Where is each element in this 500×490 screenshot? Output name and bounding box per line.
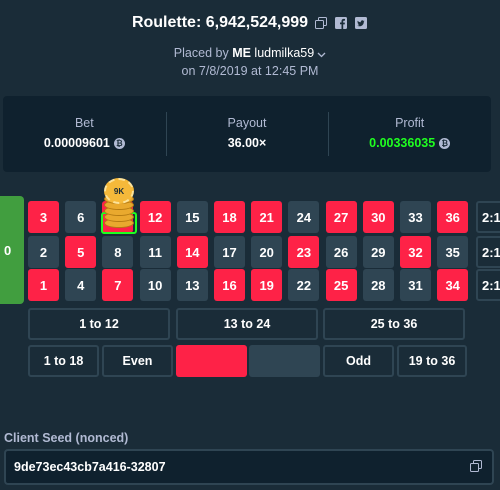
client-seed-field[interactable]: 9de73ec43cb7a416-32807 xyxy=(4,449,494,485)
number-cell[interactable]: 2 xyxy=(28,236,59,268)
column-bet-button[interactable]: 2:1 xyxy=(476,236,500,268)
column-bet-button[interactable]: 2:1 xyxy=(476,201,500,233)
zero-cell[interactable]: 0 xyxy=(0,196,24,304)
bet-header: Roulette: 6,942,524,999 Placed by ME lud… xyxy=(0,14,500,78)
number-cell[interactable]: 3 xyxy=(28,201,59,233)
number-cell[interactable]: 27 xyxy=(325,201,357,233)
odd-bet-button[interactable]: Odd xyxy=(323,345,394,377)
dozen-bet-button[interactable]: 25 to 36 xyxy=(323,308,465,340)
placed-prefix: Placed by xyxy=(173,46,229,60)
chip-icon: 9K xyxy=(104,178,134,204)
dozen-bet-button[interactable]: 13 to 24 xyxy=(176,308,318,340)
username-link[interactable]: ludmilka59 xyxy=(254,46,314,60)
number-cell[interactable]: 16 xyxy=(214,269,245,301)
number-cell[interactable]: 5 xyxy=(65,236,97,268)
number-cell[interactable]: 25 xyxy=(325,269,357,301)
number-cell[interactable]: 1 xyxy=(28,269,59,301)
bitcoin-icon: ₿ xyxy=(439,137,451,149)
number-cell[interactable]: 32 xyxy=(400,236,431,268)
placed-by-line: Placed by ME ludmilka59 xyxy=(0,46,500,61)
number-cell[interactable]: 10 xyxy=(139,269,171,301)
black-bet-button[interactable] xyxy=(249,345,320,377)
number-cell[interactable]: 13 xyxy=(176,269,208,301)
chevron-down-icon[interactable] xyxy=(317,47,326,61)
bet-date: on 7/8/2019 at 12:45 PM xyxy=(181,63,319,78)
number-cell[interactable]: 34 xyxy=(437,269,469,301)
profit-value: 0.00336035 xyxy=(369,136,436,150)
bet-title: Roulette: 6,942,524,999 xyxy=(131,14,309,31)
number-cell[interactable]: 35 xyxy=(437,236,469,268)
me-badge: ME xyxy=(232,46,251,60)
bet-stats-panel: Bet 0.00009601 ₿ Payout 36.00× Profit 0.… xyxy=(3,96,491,172)
number-cell[interactable]: 8 xyxy=(102,236,134,268)
facebook-icon[interactable] xyxy=(334,16,348,30)
chip-label: 9K xyxy=(113,186,125,196)
number-cell[interactable]: 15 xyxy=(176,201,208,233)
number-cell[interactable]: 22 xyxy=(288,269,320,301)
profit-stat: Profit 0.00336035 ₿ xyxy=(328,96,491,172)
red-bet-button[interactable] xyxy=(176,345,247,377)
twitter-icon[interactable] xyxy=(354,16,368,30)
number-cell[interactable]: 17 xyxy=(214,236,245,268)
number-cell[interactable]: 20 xyxy=(251,236,283,268)
number-cell[interactable]: 18 xyxy=(214,201,245,233)
payout-value: 36.00× xyxy=(227,136,267,150)
bitcoin-icon: ₿ xyxy=(113,137,125,149)
number-cell[interactable]: 29 xyxy=(362,236,394,268)
client-seed-label: Client Seed (nonced) xyxy=(4,431,129,445)
number-cell[interactable]: 24 xyxy=(288,201,320,233)
profit-label: Profit xyxy=(395,116,425,130)
dozen-bet-button[interactable]: 1 to 12 xyxy=(28,308,170,340)
number-cell[interactable]: 36 xyxy=(437,201,469,233)
number-cell[interactable]: 30 xyxy=(362,201,394,233)
copy-icon[interactable] xyxy=(470,459,482,475)
bet-chip: 9K xyxy=(101,178,137,234)
number-cell[interactable]: 7 xyxy=(102,269,134,301)
bet-label: Bet xyxy=(74,116,94,130)
copy-icon[interactable] xyxy=(314,16,328,30)
payout-stat: Payout 36.00× xyxy=(165,96,329,172)
number-cell[interactable]: 28 xyxy=(362,269,394,301)
client-seed-value: 9de73ec43cb7a416-32807 xyxy=(14,460,166,474)
number-cell[interactable]: 21 xyxy=(251,201,283,233)
column-bet-button[interactable]: 2:1 xyxy=(476,269,500,301)
number-cell[interactable]: 6 xyxy=(65,201,97,233)
bet-value: 0.00009601 xyxy=(43,136,110,150)
bet-stat: Bet 0.00009601 ₿ xyxy=(3,96,166,172)
payout-label: Payout xyxy=(227,116,267,130)
number-cell[interactable]: 26 xyxy=(325,236,357,268)
number-cell[interactable]: 4 xyxy=(65,269,97,301)
even-bet-button[interactable]: Even xyxy=(102,345,173,377)
number-cell[interactable]: 12 xyxy=(139,201,171,233)
number-cell[interactable]: 19 xyxy=(251,269,283,301)
number-cell[interactable]: 23 xyxy=(288,236,320,268)
number-cell[interactable]: 11 xyxy=(139,236,171,268)
number-cell[interactable]: 14 xyxy=(176,236,208,268)
number-cell[interactable]: 31 xyxy=(400,269,431,301)
high-bet-button[interactable]: 19 to 36 xyxy=(397,345,467,377)
number-cell[interactable]: 33 xyxy=(400,201,431,233)
low-bet-button[interactable]: 1 to 18 xyxy=(28,345,99,377)
